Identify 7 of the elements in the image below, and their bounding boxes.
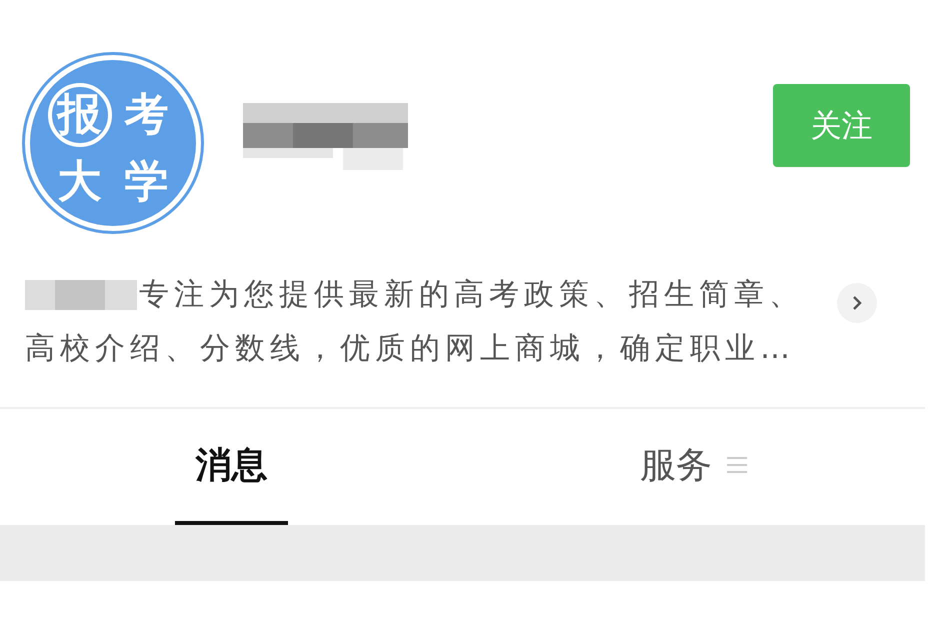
logo-character: 学 xyxy=(124,160,168,204)
chevron-right-icon[interactable] xyxy=(837,283,877,323)
menu-icon xyxy=(726,455,748,475)
logo-character: 报 xyxy=(48,82,112,146)
tab[interactable]: 服务 xyxy=(638,409,750,525)
logo-character: 考 xyxy=(124,92,168,136)
logo-character: 大 xyxy=(58,160,102,204)
